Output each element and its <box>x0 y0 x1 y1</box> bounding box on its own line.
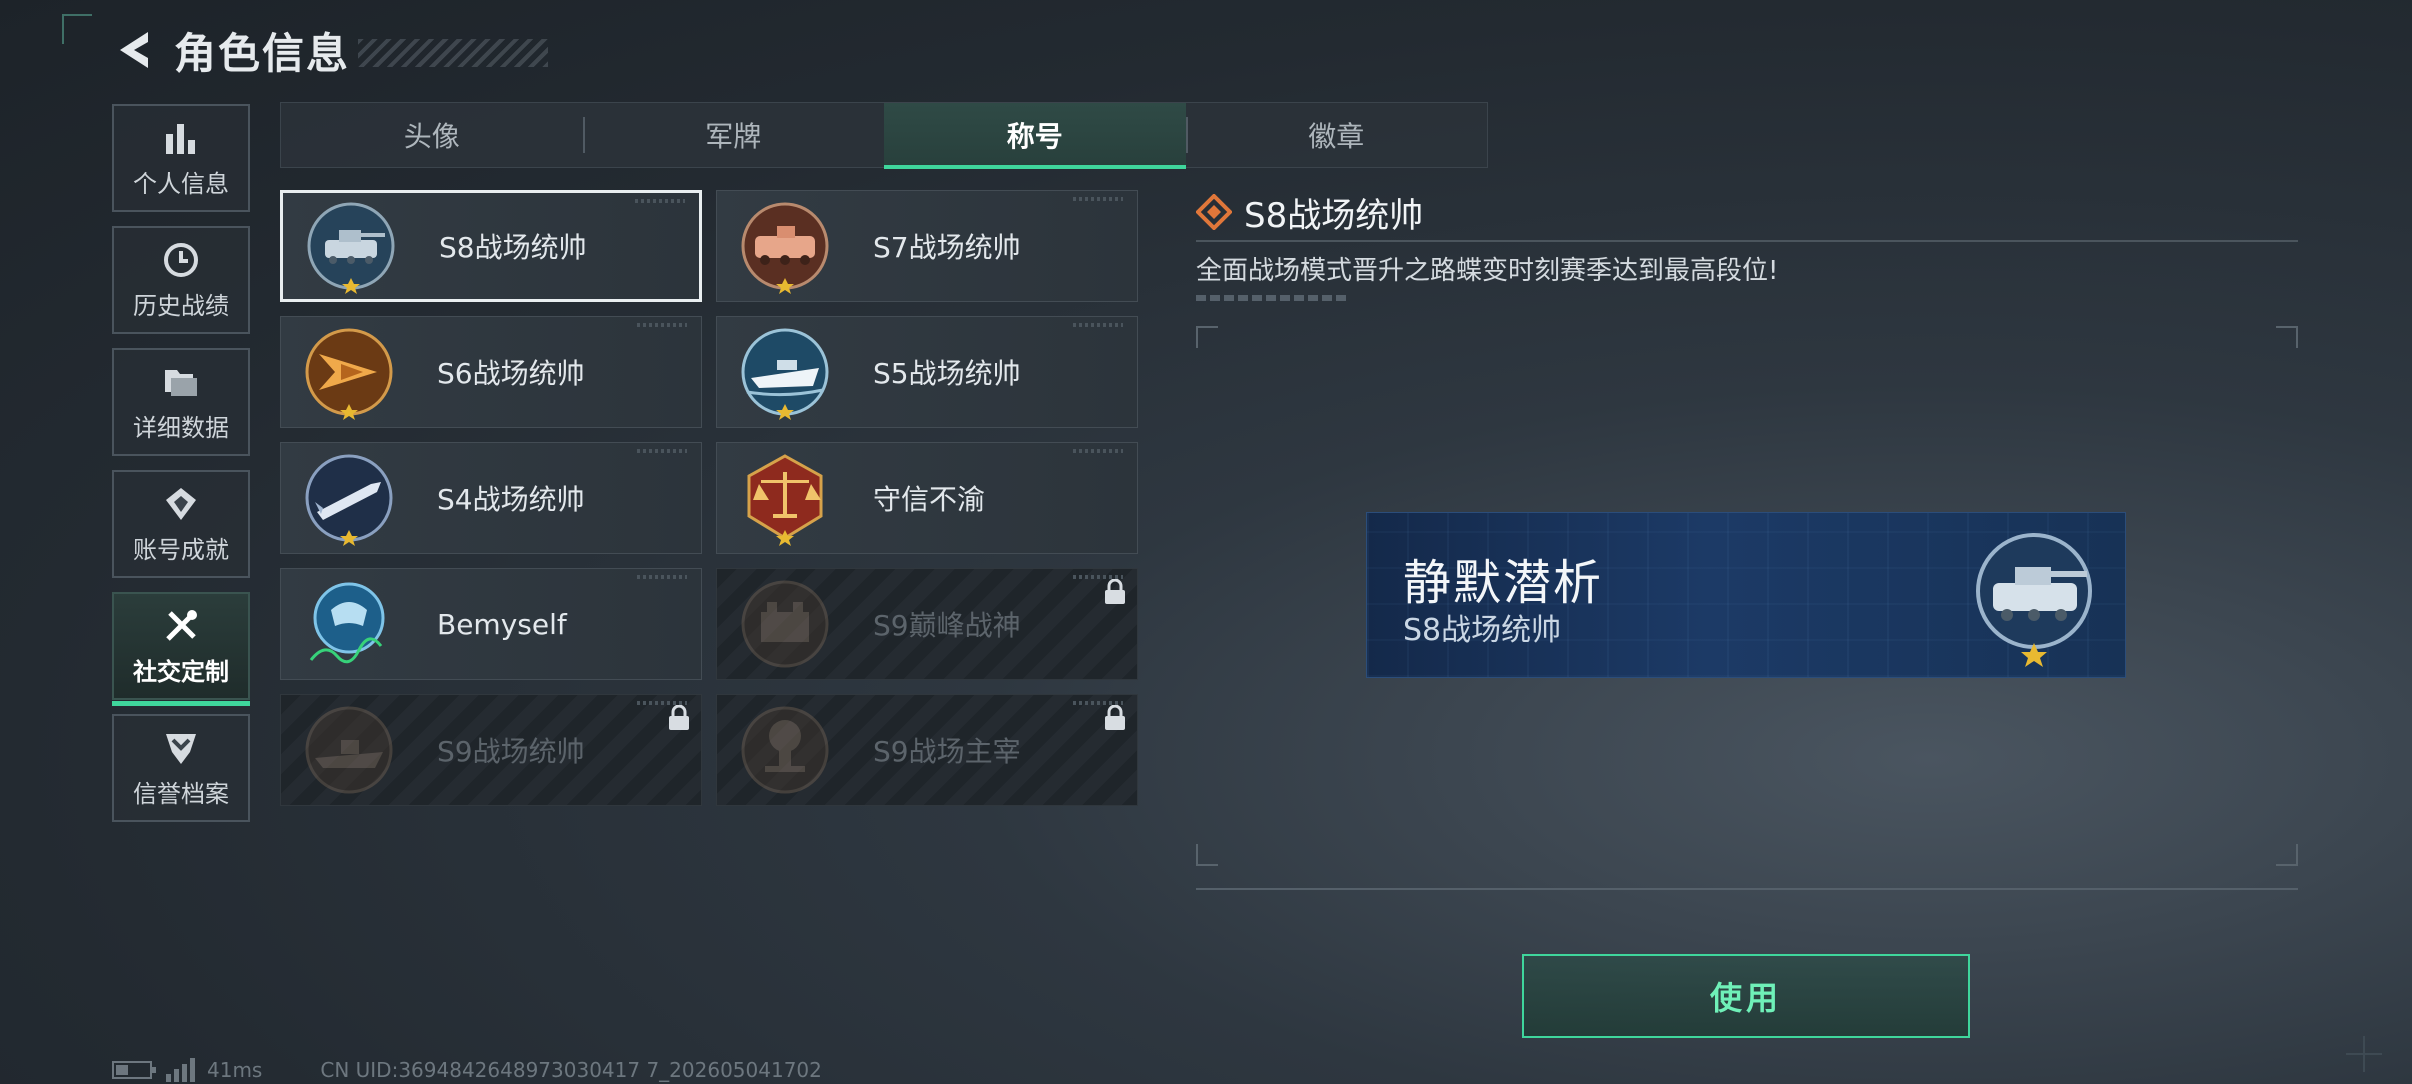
use-button-label: 使用 <box>1709 979 1782 1017</box>
title-card-s9-dominator[interactable]: S9战场主宰 <box>716 694 1138 806</box>
uid-text: CN UID:3694842648973030417 7_20260504170… <box>320 1058 822 1082</box>
title-grid: S8战场统帅 S7战场统帅 S6战场统帅 S5战场统帅 S4战场统帅 守信不渝 <box>280 190 1138 806</box>
category-tabs: 头像 军牌 称号 徽章 <box>280 102 1488 169</box>
title-card-s7[interactable]: S7战场统帅 <box>716 190 1138 302</box>
frame-corner <box>1196 326 1218 348</box>
lock-icon <box>1105 705 1125 730</box>
fortress-emblem-icon <box>737 576 833 672</box>
decoration-dashes <box>1196 295 1346 301</box>
title-card-label: S5战场统帅 <box>873 357 1021 390</box>
page-title: 角色信息 <box>174 28 351 78</box>
title-card-keep-faith[interactable]: 守信不渝 <box>716 442 1138 554</box>
sidebar-item-history[interactable]: 历史战绩 <box>112 226 250 334</box>
use-button[interactable]: 使用 <box>1522 954 1970 1038</box>
title-card-s6[interactable]: S6战场统帅 <box>280 316 702 428</box>
frame-corner <box>2276 844 2298 866</box>
frame-corner <box>2276 326 2298 348</box>
title-detail-panel: S8战场统帅 全面战场模式晋升之路蝶变时刻赛季达到最高段位! <box>1196 188 2298 301</box>
sidebar-item-label: 社交定制 <box>133 657 229 686</box>
title-card-s9-commander[interactable]: S9战场统帅 <box>280 694 702 806</box>
lock-icon <box>1105 579 1125 604</box>
title-card-label: 守信不渝 <box>873 483 986 516</box>
title-card-s5[interactable]: S5战场统帅 <box>716 316 1138 428</box>
title-card-s9-peak[interactable]: S9巅峰战神 <box>716 568 1138 680</box>
clock-history-icon <box>161 240 201 280</box>
sidebar-item-credit-record[interactable]: 信誉档案 <box>112 714 250 822</box>
tab-dogtag[interactable]: 军牌 <box>582 103 885 167</box>
title-card-label: S8战场统帅 <box>439 231 587 264</box>
title-card-label: S4战场统帅 <box>437 483 585 516</box>
title-card-s4[interactable]: S4战场统帅 <box>280 442 702 554</box>
scales-emblem-icon <box>737 450 833 546</box>
nameplate-player-name: 静默潜析 <box>1403 555 1604 611</box>
tab-title[interactable]: 称号 <box>884 103 1186 169</box>
title-card-label: Bemyself <box>437 607 567 641</box>
missile-emblem-icon <box>301 450 397 546</box>
sidebar-item-label: 详细数据 <box>133 413 229 442</box>
title-card-label: S6战场统帅 <box>437 357 585 390</box>
tools-icon <box>161 606 201 646</box>
back-button[interactable] <box>112 26 156 74</box>
tank-emblem-icon <box>303 198 399 294</box>
crosshair-icon <box>2346 1036 2382 1072</box>
achievement-icon <box>161 484 201 524</box>
title-card-bemyself[interactable]: Bemyself <box>280 568 702 680</box>
sidebar: 个人信息 历史战绩 详细数据 账号成就 社交定制 信誉档案 <box>112 104 250 836</box>
title-card-label: S9巅峰战神 <box>873 609 1021 642</box>
tab-avatar[interactable]: 头像 <box>281 103 583 167</box>
explosion-emblem-icon <box>737 702 833 798</box>
status-bar: 41ms CN UID:3694842648973030417 7_202605… <box>112 1058 822 1082</box>
page-header: 角色信息 <box>112 22 549 78</box>
lock-icon <box>669 705 689 730</box>
detail-header: S8战场统帅 <box>1196 188 2298 236</box>
title-decoration <box>358 39 549 67</box>
divider <box>1196 888 2298 890</box>
diamond-icon <box>1196 194 1232 230</box>
detail-title: S8战场统帅 <box>1244 195 1424 236</box>
corner-bracket <box>62 14 92 44</box>
sidebar-item-detailed-data[interactable]: 详细数据 <box>112 348 250 456</box>
folder-icon <box>161 362 201 402</box>
title-card-s8[interactable]: S8战场统帅 <box>280 190 702 302</box>
sidebar-item-personal-info[interactable]: 个人信息 <box>112 104 250 212</box>
title-card-label: S7战场统帅 <box>873 231 1021 264</box>
shield-chevron-icon <box>161 728 201 768</box>
nameplate-preview: 静默潜析 S8战场统帅 <box>1366 512 2126 678</box>
sidebar-item-achievements[interactable]: 账号成就 <box>112 470 250 578</box>
bar-chart-icon <box>161 118 201 158</box>
frame-corner <box>1196 844 1218 866</box>
ping-value: 41ms <box>207 1058 263 1082</box>
apc-emblem-icon <box>737 198 833 294</box>
title-card-label: S9战场统帅 <box>437 735 585 768</box>
nameplate-title: S8战场统帅 <box>1403 613 1562 648</box>
signal-icon <box>166 1058 195 1082</box>
sidebar-item-label: 账号成就 <box>133 535 229 564</box>
divider <box>1196 240 2298 242</box>
sidebar-item-social-custom[interactable]: 社交定制 <box>112 592 250 706</box>
signature-emblem-icon <box>301 576 397 672</box>
battery-icon <box>112 1061 156 1079</box>
sidebar-item-label: 信誉档案 <box>133 779 229 808</box>
jet-emblem-icon <box>301 324 397 420</box>
detail-description: 全面战场模式晋升之路蝶变时刻赛季达到最高段位! <box>1196 256 1779 286</box>
back-arrow-icon <box>120 32 148 68</box>
boat-emblem-icon <box>737 324 833 420</box>
warship-emblem-icon <box>301 702 397 798</box>
tab-badge[interactable]: 徽章 <box>1185 103 1488 167</box>
sidebar-item-label: 历史战绩 <box>133 291 229 320</box>
tank-emblem-icon <box>1976 533 2092 667</box>
title-card-label: S9战场主宰 <box>873 735 1021 768</box>
sidebar-item-label: 个人信息 <box>133 169 229 198</box>
